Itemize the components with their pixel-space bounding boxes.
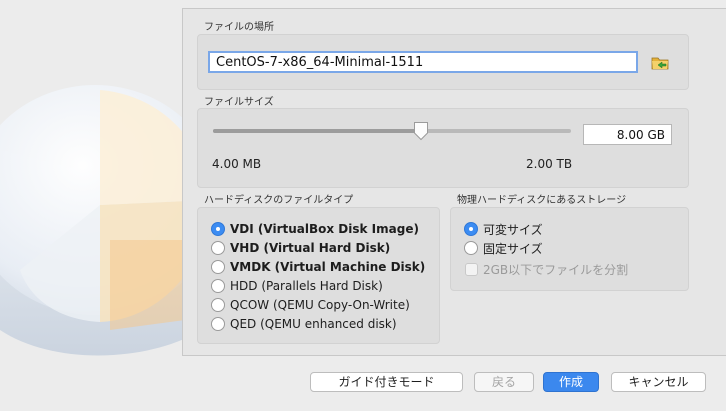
file-size-slider-thumb[interactable]	[413, 121, 429, 141]
split-file-checkbox[interactable]	[465, 262, 478, 276]
disk-type-option-vmdk[interactable]: VMDK (Virtual Machine Disk)	[211, 258, 425, 276]
storage-option-label: 可変サイズ	[483, 222, 543, 237]
radio-button[interactable]	[211, 260, 225, 274]
radio-button[interactable]	[211, 222, 225, 236]
radio-button[interactable]	[211, 241, 225, 255]
file-size-max-label: 2.00 TB	[526, 157, 573, 171]
radio-button[interactable]	[211, 298, 225, 312]
storage-label: 物理ハードディスクにあるストレージ	[457, 195, 627, 206]
disk-type-option-label: QED (QEMU enhanced disk)	[230, 317, 397, 331]
cancel-button[interactable]: キャンセル	[611, 372, 706, 392]
split-file-option[interactable]: 2GB以下でファイルを分割	[465, 260, 628, 278]
split-file-label: 2GB以下でファイルを分割	[483, 262, 629, 277]
storage-option-dynamic[interactable]: 可変サイズ	[464, 220, 543, 238]
disk-type-option-qcow[interactable]: QCOW (QEMU Copy-On-Write)	[211, 296, 410, 314]
disk-type-option-label: VDI (VirtualBox Disk Image)	[230, 222, 419, 236]
radio-button[interactable]	[211, 279, 225, 293]
file-location-label: ファイルの場所	[204, 22, 274, 33]
disk-type-option-vhd[interactable]: VHD (Virtual Hard Disk)	[211, 239, 390, 257]
radio-button[interactable]	[464, 241, 478, 255]
file-size-min-label: 4.00 MB	[212, 157, 262, 171]
disk-type-option-label: VMDK (Virtual Machine Disk)	[230, 260, 426, 274]
guided-mode-button[interactable]: ガイド付きモード	[310, 372, 463, 392]
file-size-slider[interactable]	[213, 122, 571, 141]
folder-green-arrow-icon[interactable]	[650, 53, 670, 71]
file-location-input[interactable]	[208, 51, 638, 73]
storage-option-label: 固定サイズ	[483, 241, 543, 256]
back-button[interactable]: 戻る	[474, 372, 534, 392]
disk-type-label: ハードディスクのファイルタイプ	[204, 195, 354, 206]
disk-type-option-label: VHD (Virtual Hard Disk)	[230, 241, 391, 255]
disk-type-option-label: HDD (Parallels Hard Disk)	[230, 279, 383, 293]
create-button[interactable]: 作成	[543, 372, 599, 392]
disk-type-option-qed[interactable]: QED (QEMU enhanced disk)	[211, 315, 397, 333]
disk-type-option-vdi[interactable]: VDI (VirtualBox Disk Image)	[211, 220, 419, 238]
disk-type-option-label: QCOW (QEMU Copy-On-Write)	[230, 298, 410, 312]
file-size-input[interactable]	[583, 124, 672, 145]
disk-type-option-hdd[interactable]: HDD (Parallels Hard Disk)	[211, 277, 383, 295]
radio-button[interactable]	[211, 317, 225, 331]
file-size-slider-fill	[213, 129, 421, 133]
file-size-label: ファイルサイズ	[204, 97, 274, 108]
radio-button[interactable]	[464, 222, 478, 236]
file-size-box	[197, 108, 689, 188]
storage-option-fixed[interactable]: 固定サイズ	[464, 239, 543, 257]
